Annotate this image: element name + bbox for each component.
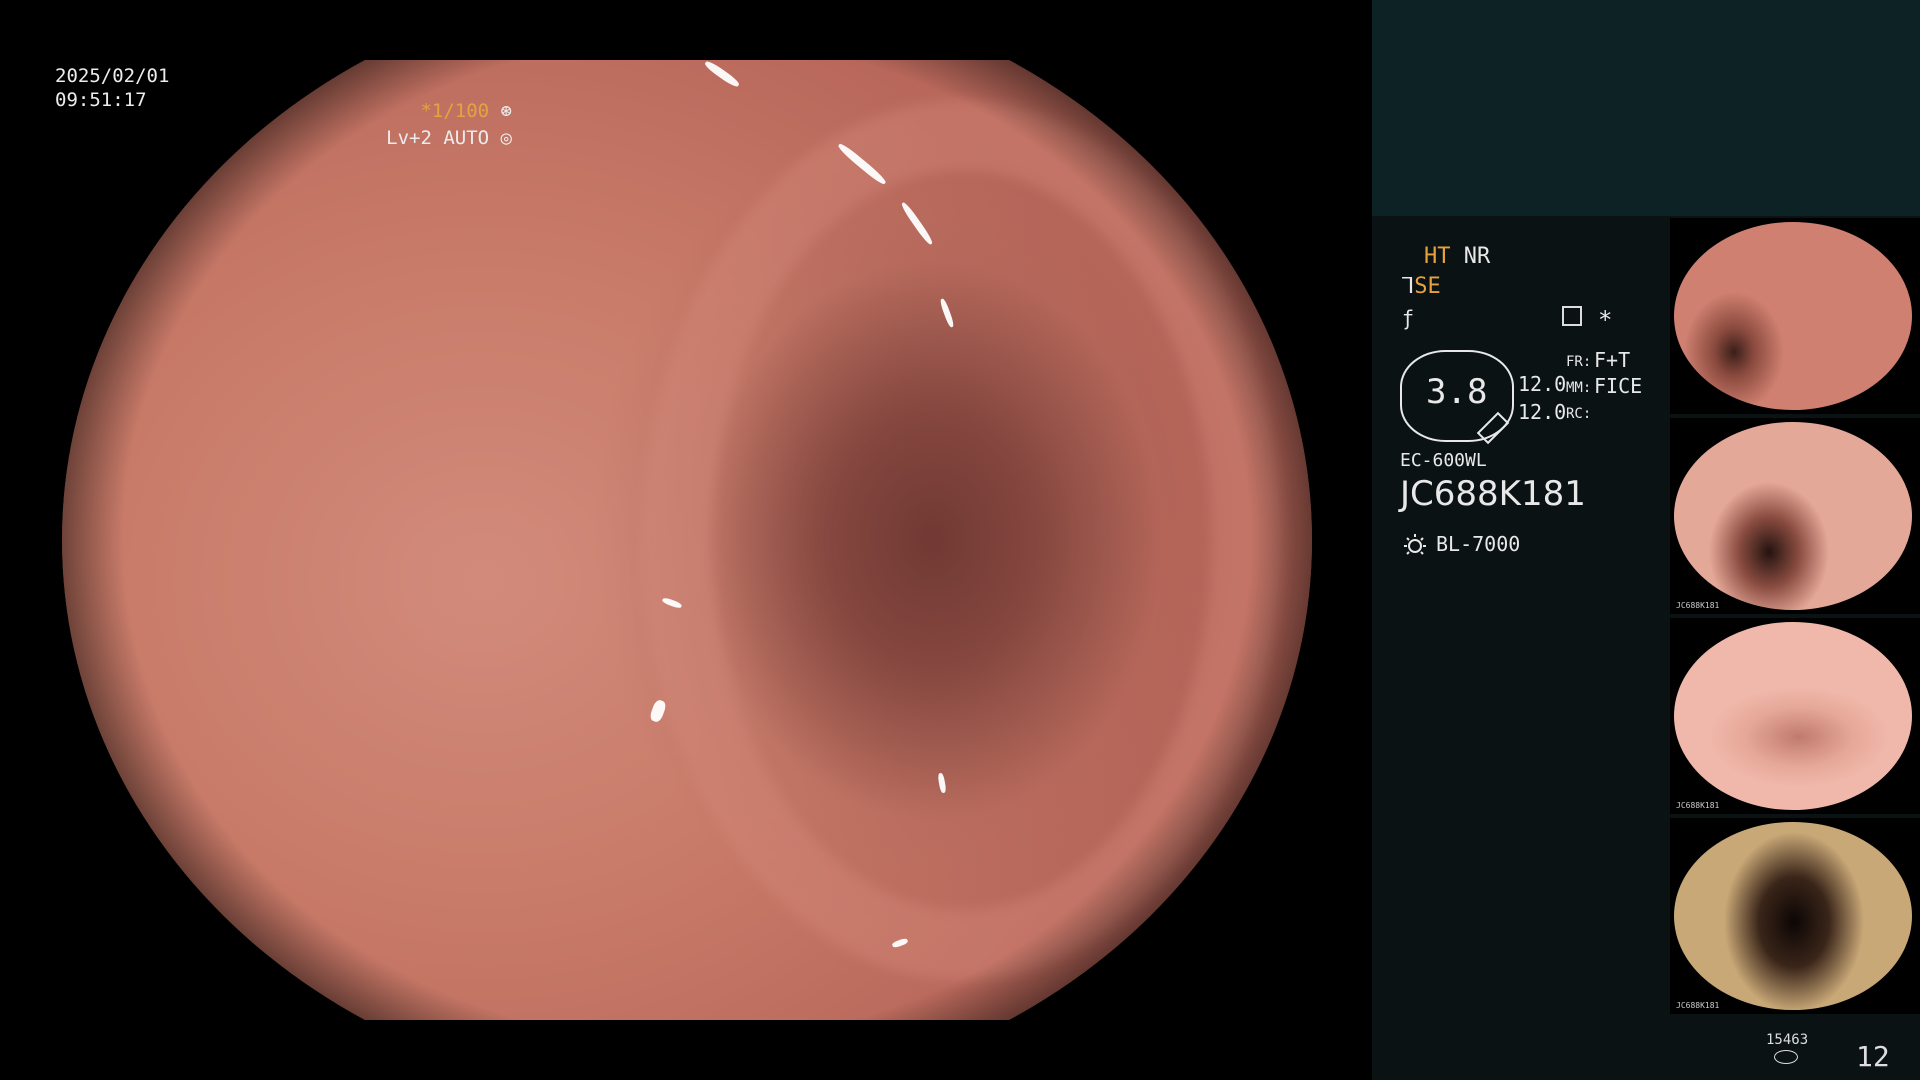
thumbnail-caption: JC688K181 bbox=[1676, 801, 1720, 810]
light-source-name: BL-7000 bbox=[1436, 532, 1521, 556]
se-row: ⅂SE bbox=[1402, 274, 1441, 299]
iris-text: Lv+2 AUTO bbox=[386, 127, 490, 149]
function-icon: ƒ bbox=[1402, 306, 1415, 330]
structure-icon bbox=[1562, 306, 1582, 326]
vignette bbox=[62, 60, 1312, 1020]
scope-model: EC-600WL bbox=[1400, 450, 1487, 471]
scope-serial: JC688K181 bbox=[1400, 474, 1586, 514]
fr-value: F+T bbox=[1594, 348, 1631, 372]
ht-text: HT bbox=[1424, 244, 1451, 269]
ht-nr-row: HT NR bbox=[1424, 244, 1490, 269]
thumbnail-image bbox=[1674, 222, 1912, 410]
zoom-value: 3.8 bbox=[1426, 372, 1488, 412]
storage-icon bbox=[1774, 1050, 1798, 1064]
endoscope-image bbox=[62, 59, 1312, 1020]
value-1: 12.0 bbox=[1518, 372, 1567, 396]
iris-row: Lv+2 AUTO ◎ bbox=[386, 126, 512, 150]
shutter-text: *1/100 bbox=[420, 100, 490, 122]
thumbnail-image bbox=[1674, 622, 1912, 810]
capture-thumbnail[interactable]: JC688K181 bbox=[1670, 818, 1920, 1014]
rc-label: RC: bbox=[1566, 406, 1592, 422]
image-count: 15463 bbox=[1766, 1032, 1809, 1048]
date-text: 2025/02/01 bbox=[55, 65, 170, 87]
mm-label: MM: bbox=[1566, 380, 1592, 396]
thumbnail-caption: JC688K181 bbox=[1676, 1001, 1720, 1010]
capture-thumbnail[interactable]: JC688K181 bbox=[1670, 418, 1920, 614]
capture-thumbnail[interactable] bbox=[1670, 218, 1920, 414]
se-text: SE bbox=[1414, 274, 1441, 299]
capture-thumbnail[interactable]: JC688K181 bbox=[1670, 618, 1920, 814]
datetime-overlay: 2025/02/01 09:51:17 bbox=[55, 64, 169, 112]
fr-label: FR: bbox=[1566, 354, 1592, 370]
page-number: 12 bbox=[1856, 1040, 1890, 1073]
nr-text: NR bbox=[1463, 244, 1491, 269]
endoscope-viewport: 2025/02/01 09:51:17 *1/100 ⊛ Lv+2 AUTO ◎ bbox=[0, 0, 1372, 1080]
time-text: 09:51:17 bbox=[55, 89, 147, 111]
mm-value: FICE bbox=[1594, 374, 1643, 398]
thumbnail-caption: JC688K181 bbox=[1676, 601, 1720, 610]
thumbnail-image bbox=[1674, 422, 1912, 610]
light-source-icon bbox=[1404, 534, 1426, 555]
thumbnail-image bbox=[1674, 822, 1912, 1010]
star-icon: * bbox=[1598, 306, 1613, 334]
value-2: 12.0 bbox=[1518, 400, 1567, 424]
shutter-icon: ⊛ bbox=[489, 100, 512, 122]
shutter-row: *1/100 ⊛ bbox=[420, 99, 512, 123]
enhance-icon: ⅂ bbox=[1402, 274, 1415, 299]
iris-icon: ◎ bbox=[489, 127, 512, 149]
panel-header-area bbox=[1372, 0, 1920, 216]
